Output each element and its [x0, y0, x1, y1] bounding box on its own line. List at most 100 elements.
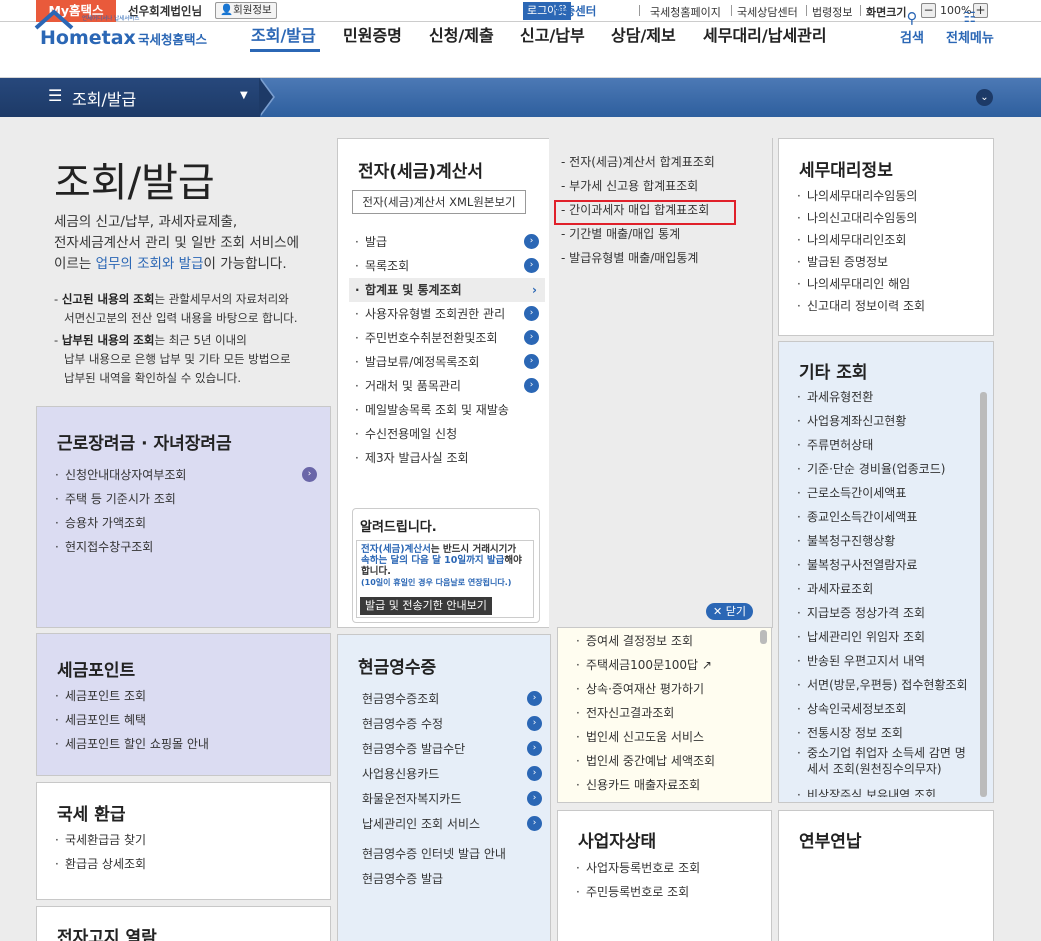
- list-item[interactable]: · 근로소득간이세액표: [797, 481, 983, 505]
- list-item[interactable]: · 과세자료조회: [797, 577, 983, 601]
- list-item[interactable]: · 주류면허상태: [797, 433, 983, 457]
- list-item[interactable]: · 신용카드 매출자료조회: [576, 773, 761, 797]
- list-item[interactable]: · 불복청구진행상황: [797, 529, 983, 553]
- menu-item-permission[interactable]: · 사용자유형별 조회권한 관리 ›: [349, 302, 545, 326]
- list-item[interactable]: · 사업용계좌신고현황: [797, 409, 983, 433]
- list-item[interactable]: · 나의신고대리수임동의: [797, 207, 987, 229]
- chevron-right-icon[interactable]: ›: [524, 306, 539, 321]
- cert-center-link[interactable]: 인증센터: [554, 3, 596, 19]
- list-item[interactable]: · 나의세무대리수임동의: [797, 185, 987, 207]
- list-item[interactable]: · 세금포인트 혜택: [55, 708, 317, 732]
- caret-down-icon[interactable]: ▼: [240, 90, 248, 101]
- list-item[interactable]: · 주택 등 기준시가 조회: [55, 487, 317, 511]
- list-item[interactable]: · 나의세무대리인 해임: [797, 273, 987, 295]
- menu-item-issue[interactable]: · 발급 ›: [349, 230, 545, 254]
- list-item[interactable]: · 세금포인트 할인 쇼핑몰 안내: [55, 732, 317, 756]
- chevron-right-icon[interactable]: ›: [524, 378, 539, 393]
- list-item[interactable]: 사업용신용카드 ›: [362, 762, 542, 787]
- list-item[interactable]: · 반송된 우편고지서 내역: [797, 649, 983, 673]
- chevron-right-icon[interactable]: ›: [302, 467, 317, 482]
- list-item[interactable]: · 상속·증여재산 평가하기: [576, 677, 761, 701]
- list-item[interactable]: · 종교인소득간이세액표: [797, 505, 983, 529]
- chevron-right-icon[interactable]: ›: [524, 234, 539, 249]
- list-item[interactable]: 현금영수증 인터넷 발급 안내: [362, 842, 542, 867]
- list-item[interactable]: 화물운전자복지카드 ›: [362, 787, 542, 812]
- list-item[interactable]: · 기준·단순 경비율(업종코드): [797, 457, 983, 481]
- chevron-right-icon[interactable]: ›: [524, 354, 539, 369]
- list-item[interactable]: · 신청안내대상자여부조회 ›: [55, 463, 317, 487]
- menu-item-third-party[interactable]: · 제3자 발급사실 조회: [349, 446, 545, 470]
- chevron-right-icon[interactable]: ›: [524, 258, 539, 273]
- consult-center-link[interactable]: 국세상담센터: [737, 4, 798, 20]
- list-item[interactable]: · 환급금 상세조회: [55, 852, 317, 876]
- menu-item-client[interactable]: · 거래처 및 품목관리 ›: [349, 374, 545, 398]
- list-item[interactable]: · 사업자등록번호로 조회: [576, 856, 761, 880]
- xml-original-view-button[interactable]: 전자(세금)계산서 XML원본보기: [352, 190, 526, 214]
- chevron-right-icon[interactable]: ›: [527, 691, 542, 706]
- list-item[interactable]: · 전통시장 정보 조회: [797, 721, 983, 745]
- chevron-right-icon[interactable]: ›: [527, 791, 542, 806]
- chevron-down-icon[interactable]: ⌄: [976, 89, 993, 106]
- chevron-right-icon[interactable]: ›: [527, 816, 542, 831]
- list-item[interactable]: · 과세유형전환: [797, 385, 983, 409]
- list-item[interactable]: 현금영수증 발급수단 ›: [362, 737, 542, 762]
- menu-item-resident-no[interactable]: · 주민번호수취분전환및조회 ›: [349, 326, 545, 350]
- submenu-item[interactable]: - 전자(세금)계산서 합계표조회: [561, 150, 766, 174]
- list-item[interactable]: · 법인세 중간예납 세액조회: [576, 749, 761, 773]
- list-item[interactable]: · 신고대리 정보이력 조회: [797, 295, 987, 317]
- chevron-right-icon[interactable]: ›: [524, 330, 539, 345]
- hamburger-icon: ☰: [48, 86, 63, 105]
- gnav-report-pay[interactable]: 신고/납부: [520, 22, 585, 46]
- list-item[interactable]: · 나의세무대리인조회: [797, 229, 987, 251]
- list-item[interactable]: · 현지접수창구조회: [55, 535, 317, 559]
- submenu-item[interactable]: - 부가세 신고용 합계표조회: [561, 174, 766, 198]
- menu-item-pending[interactable]: · 발급보류/예정목록조회 ›: [349, 350, 545, 374]
- list-item[interactable]: · 비상장주식 보유내역 조회: [797, 783, 983, 797]
- list-item[interactable]: · 승용차 가액조회: [55, 511, 317, 535]
- list-item[interactable]: · 지급보증 정상가격 조회: [797, 601, 983, 625]
- gnav-certificate[interactable]: 민원증명: [343, 22, 402, 46]
- separator: [639, 5, 640, 16]
- law-info-link[interactable]: 법령정보: [812, 4, 852, 20]
- list-item[interactable]: · 세금포인트 조회: [55, 684, 317, 708]
- search-button[interactable]: ⚲ 검색: [900, 10, 924, 47]
- chevron-right-icon[interactable]: ›: [527, 741, 542, 756]
- menu-item-mail[interactable]: · 메일발송목록 조회 및 재발송: [349, 398, 545, 422]
- list-item[interactable]: · 발급된 증명정보: [797, 251, 987, 273]
- gnav-inquiry-issue[interactable]: 조회/발급: [251, 22, 316, 46]
- gnav-consult-report[interactable]: 상담/제보: [611, 22, 676, 46]
- gnav-apply-submit[interactable]: 신청/제출: [429, 22, 494, 46]
- menu-item-list[interactable]: · 목록조회 ›: [349, 254, 545, 278]
- submenu-item[interactable]: - 기간별 매출/매입 통계: [561, 222, 766, 246]
- list-item[interactable]: · 전자신고결과조회: [576, 701, 761, 725]
- nts-homepage-link[interactable]: 국세청홈페이지: [650, 4, 721, 20]
- close-submenu-button[interactable]: ✕ 닫기: [706, 603, 753, 620]
- menu-item-summary-stats[interactable]: · 합계표 및 통계조회 ›: [349, 278, 545, 302]
- scrollbar[interactable]: [980, 392, 987, 797]
- chevron-right-icon[interactable]: ›: [527, 716, 542, 731]
- submenu-item[interactable]: - 발급유형별 매출/매입통계: [561, 246, 766, 270]
- list-item[interactable]: · 법인세 신고도움 서비스: [576, 725, 761, 749]
- member-info-button[interactable]: 👤회원정보: [215, 2, 277, 19]
- all-menu-button[interactable]: ☷ 전체메뉴: [946, 10, 994, 46]
- list-item[interactable]: · 상속인국세정보조회: [797, 697, 983, 721]
- list-item[interactable]: · 중소기업 취업자 소득세 감면 명: [797, 745, 983, 761]
- list-item[interactable]: 현금영수증 수정 ›: [362, 712, 542, 737]
- gnav-tax-agent[interactable]: 세무대리/납세관리: [703, 22, 827, 46]
- list-item[interactable]: · 불복청구사전열람자료: [797, 553, 983, 577]
- list-item[interactable]: 납세관리인 조회 서비스 ›: [362, 812, 542, 842]
- hometax-logo[interactable]: Hometax 언제어디서나 납세서비스 국세청홈택스: [34, 6, 219, 50]
- logo-slogan: 언제어디서나 납세서비스: [82, 14, 139, 22]
- list-item[interactable]: · 납세관리인 위임자 조회: [797, 625, 983, 649]
- list-item[interactable]: 현금영수증 발급: [362, 867, 542, 892]
- list-item[interactable]: · 증여세 결정정보 조회: [576, 629, 761, 653]
- chevron-right-icon[interactable]: ›: [527, 766, 542, 781]
- list-item[interactable]: · 주민등록번호로 조회: [576, 880, 761, 904]
- deadline-guide-button[interactable]: 발급 및 전송기한 안내보기: [360, 597, 492, 615]
- menu-item-receive-mail[interactable]: · 수신전용메일 신청: [349, 422, 545, 446]
- list-item[interactable]: 현금영수증조회 ›: [362, 687, 542, 712]
- list-item[interactable]: · 서면(방문,우편등) 접수현황조회: [797, 673, 983, 697]
- list-item[interactable]: · 주택세금100문100답 ↗: [576, 653, 761, 677]
- scrollbar[interactable]: [760, 630, 767, 644]
- list-item[interactable]: · 국세환급금 찾기: [55, 828, 317, 852]
